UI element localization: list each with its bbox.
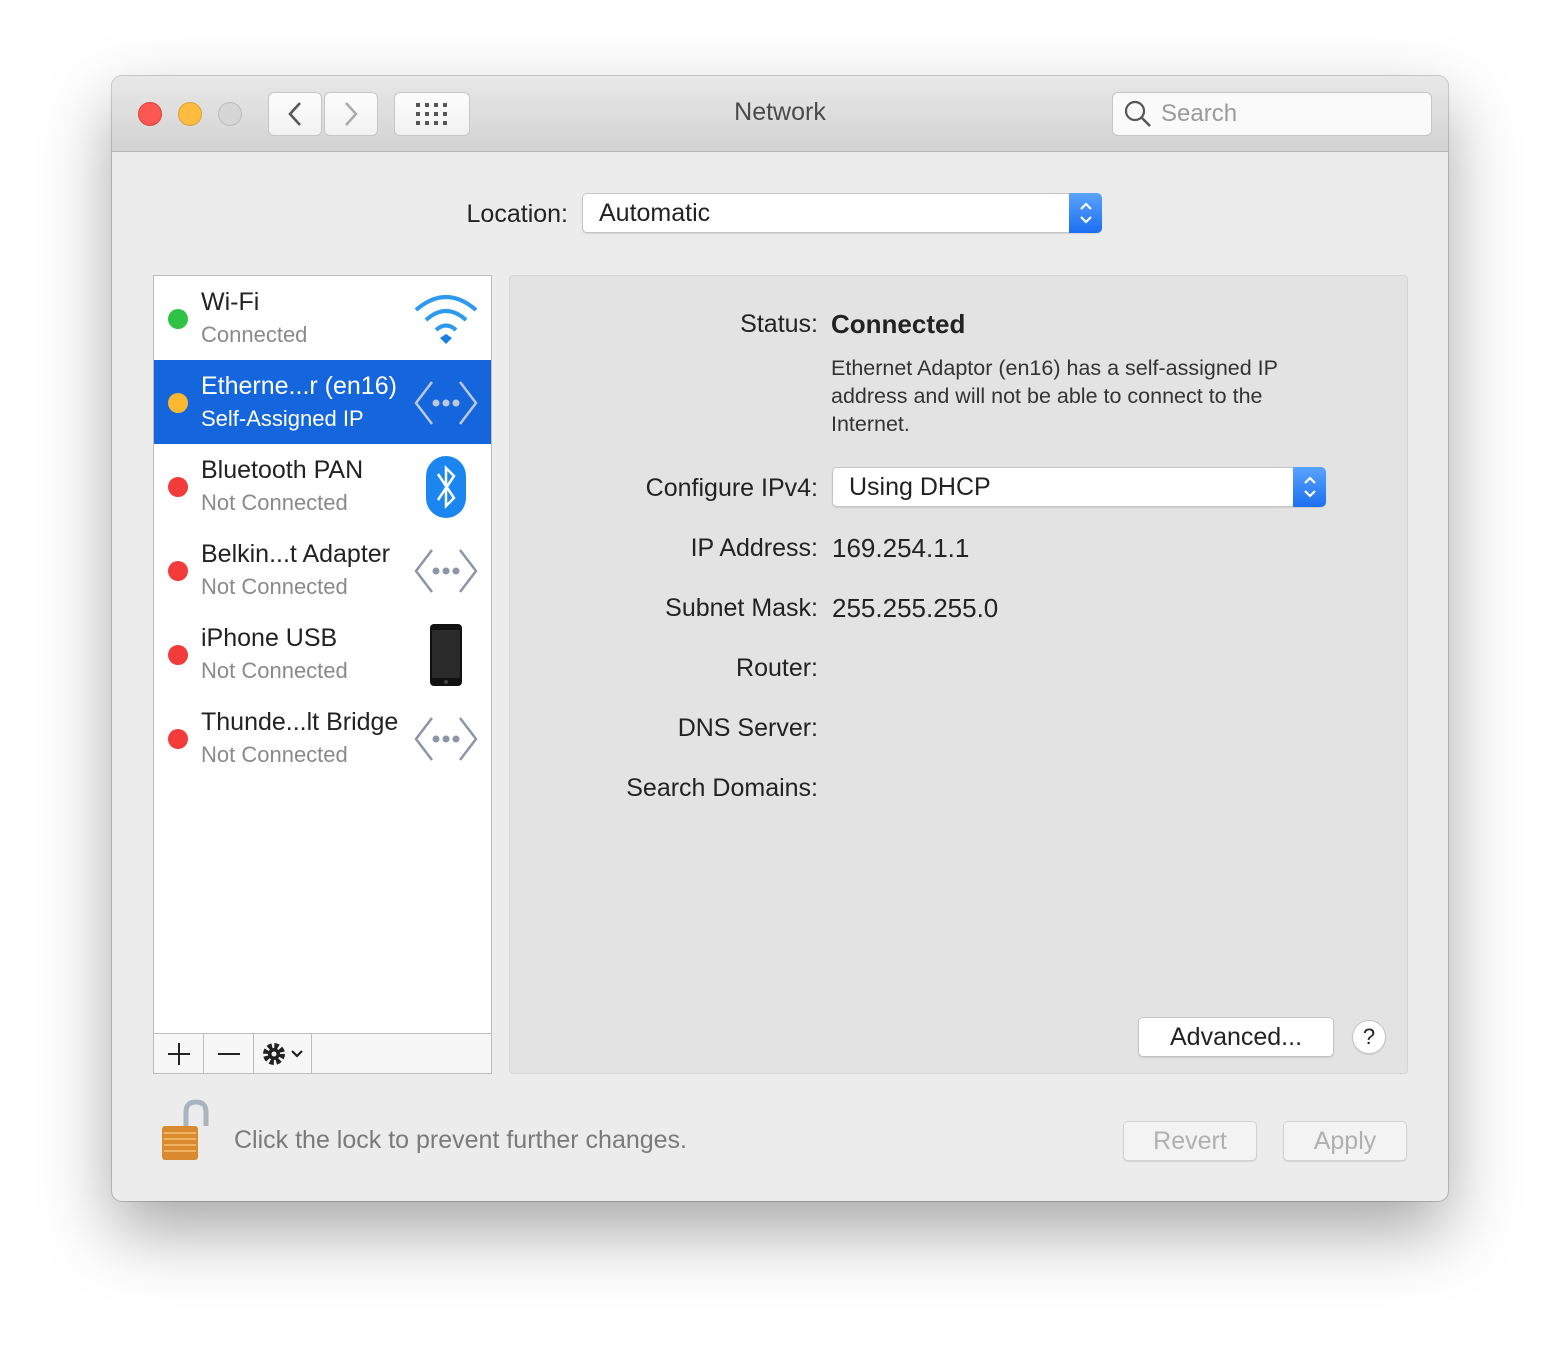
ethernet-icon [414,717,478,761]
status-dot [168,393,188,413]
list-toolbar [154,1033,491,1073]
service-item-thunderbolt-bridge[interactable]: Thunde...lt Bridge Not Connected [154,696,491,780]
service-name: Belkin...t Adapter [201,540,391,568]
apply-button[interactable]: Apply [1283,1121,1407,1161]
status-dot [168,477,188,497]
revert-button[interactable]: Revert [1123,1121,1257,1161]
service-name: Etherne...r (en16) [201,372,397,400]
status-dot [168,729,188,749]
detail-panel: Status: Connected Ethernet Adaptor (en16… [509,275,1408,1074]
iphone-icon [430,624,462,686]
ethernet-icon [414,381,478,425]
status-value: Connected [831,309,966,339]
status-dot [168,309,188,329]
service-name: Bluetooth PAN [201,456,364,484]
advanced-button[interactable]: Advanced... [1138,1017,1334,1057]
updown-chevron-icon [1293,467,1326,507]
network-window: Network Search Location: Automatic Wi-Fi… [112,76,1448,1201]
service-item-iphone-usb[interactable]: iPhone USB Not Connected [154,612,491,696]
service-status: Self-Assigned IP [201,406,364,431]
help-button[interactable]: ? [1352,1020,1386,1054]
service-name: Wi-Fi [201,288,260,316]
service-status: Connected [201,322,308,347]
subnet-mask-value: 255.255.255.0 [832,593,999,623]
service-status: Not Connected [201,574,348,599]
plus-icon [167,1042,190,1065]
location-label: Location: [466,200,568,228]
status-dot [168,645,188,665]
service-name: Thunde...lt Bridge [201,708,399,736]
bluetooth-icon [426,456,466,518]
updown-chevron-icon [1069,193,1102,233]
configure-ipv4-value: Using DHCP [849,472,991,501]
minus-icon [217,1052,240,1055]
ip-address-label: IP Address: [690,534,818,562]
search-placeholder: Search [1161,100,1238,127]
dns-server-label: DNS Server: [677,714,818,742]
router-label: Router: [736,654,818,682]
gear-icon [262,1042,303,1065]
ethernet-icon [414,549,478,593]
search-icon [1124,100,1151,127]
location-popup[interactable]: Automatic [582,193,1102,233]
add-service-button[interactable] [154,1034,204,1073]
configure-ipv4-popup[interactable]: Using DHCP [832,467,1326,507]
location-value: Automatic [599,198,711,227]
service-name: iPhone USB [201,624,338,652]
service-item-belkin[interactable]: Belkin...t Adapter Not Connected [154,528,491,612]
title-bar: Network Search [112,76,1448,152]
service-item-ethernet[interactable]: Etherne...r (en16) Self-Assigned IP [154,360,491,444]
service-status: Not Connected [201,490,348,515]
search-field[interactable]: Search [1112,92,1432,136]
service-list: Wi-Fi Connected Etherne...r (en16) Self-… [153,275,492,1074]
ip-address-value: 169.254.1.1 [832,533,970,563]
status-dot [168,561,188,581]
configure-ipv4-label: Configure IPv4: [645,474,818,502]
subnet-mask-label: Subnet Mask: [665,594,818,622]
lock-message: Click the lock to prevent further change… [234,1126,688,1154]
unlocked-padlock-icon[interactable] [160,1098,212,1162]
wifi-icon [414,295,478,344]
service-item-wifi[interactable]: Wi-Fi Connected [154,276,491,360]
action-menu-button[interactable] [254,1034,312,1073]
status-label: Status: [740,310,818,338]
service-item-bluetooth[interactable]: Bluetooth PAN Not Connected [154,444,491,528]
service-status: Not Connected [201,742,348,767]
status-description: Ethernet Adaptor (en16) has a self-assig… [831,356,1278,436]
service-status: Not Connected [201,658,348,683]
search-domains-label: Search Domains: [626,774,818,802]
remove-service-button[interactable] [204,1034,254,1073]
